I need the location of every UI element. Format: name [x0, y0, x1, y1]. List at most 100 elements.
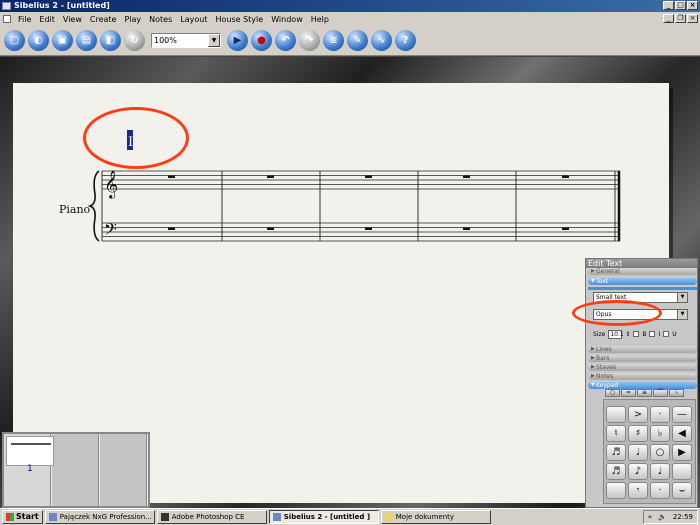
- keypad-tab[interactable]: ≡: [637, 389, 652, 397]
- section-notes[interactable]: ▶ Notes: [588, 373, 697, 380]
- task-label: Adobe Photoshop CE: [171, 513, 245, 521]
- volume-icon[interactable]: 🔈: [658, 513, 667, 521]
- rest[interactable]: [562, 175, 569, 179]
- size-stepper[interactable]: ⇕: [625, 331, 630, 338]
- sibelius-icon: [272, 513, 281, 521]
- chevron-down-icon[interactable]: ▼: [677, 310, 687, 319]
- photoshop-icon: [160, 513, 169, 521]
- section-label: Text: [596, 278, 609, 285]
- rest[interactable]: [365, 175, 372, 179]
- rest[interactable]: [267, 175, 274, 179]
- keypad-key[interactable]: ♬: [606, 463, 626, 480]
- keypad-key[interactable]: ·: [650, 406, 670, 423]
- keypad-tab[interactable]: ⌒: [653, 389, 668, 397]
- clock[interactable]: 22:59: [673, 513, 693, 521]
- keypad-key[interactable]: 𝄾: [628, 482, 648, 499]
- navigator-page-thumb[interactable]: [6, 436, 54, 466]
- bold-checkbox[interactable]: [633, 331, 640, 337]
- section-text[interactable]: ▼ Text: [588, 278, 697, 285]
- windows-flag-icon: [6, 513, 14, 521]
- start-button[interactable]: Start: [2, 510, 43, 524]
- section-lines[interactable]: ▶ Lines: [588, 346, 697, 353]
- bass-clef-icon: 𝄢: [104, 219, 117, 243]
- rest[interactable]: [365, 227, 372, 231]
- underline-label: U: [672, 330, 677, 338]
- keypad-key[interactable]: ◀: [672, 425, 692, 442]
- keypad-tab[interactable]: ♭: [669, 389, 684, 397]
- bold-label: B: [642, 330, 647, 338]
- navigator-page-number: 1: [27, 464, 33, 474]
- section-label: Staves: [596, 364, 617, 371]
- section-rule: [588, 287, 697, 290]
- barlines: [101, 171, 616, 241]
- rest[interactable]: [168, 175, 175, 179]
- taskbar: Start Pajączek NxG Profession... Adobe P…: [0, 508, 700, 525]
- task-label: Pajączek NxG Profession...: [59, 513, 152, 521]
- underline-checkbox[interactable]: [663, 331, 670, 337]
- rest[interactable]: [562, 227, 569, 231]
- treble-clef-icon: 𝄞: [104, 170, 118, 199]
- keypad-tabs: ○ = ≡ ⌒ ♭: [605, 389, 684, 397]
- start-label: Start: [16, 512, 39, 521]
- keypad-key[interactable]: ·: [650, 482, 670, 499]
- section-label: Bars: [596, 355, 610, 362]
- keypad-tab[interactable]: =: [621, 389, 636, 397]
- tray-expand-button[interactable]: «: [648, 513, 652, 521]
- task-photoshop[interactable]: Adobe Photoshop CE: [156, 510, 267, 524]
- section-staves[interactable]: ▶ Staves: [588, 364, 697, 371]
- annotation-circle-font: [572, 300, 662, 326]
- keypad-key[interactable]: ⌣: [672, 482, 692, 499]
- thumb-staff: [11, 443, 51, 445]
- rest[interactable]: [463, 175, 470, 179]
- system-tray: « 🔈 22:59: [642, 510, 698, 524]
- instrument-name[interactable]: Piano: [59, 203, 91, 216]
- keypad-key[interactable]: ♪: [628, 463, 648, 480]
- bass-staff: [102, 222, 620, 242]
- annotation-circle-cursor: [83, 107, 189, 169]
- keypad-key-sharp[interactable]: ♯: [628, 425, 648, 442]
- whole-rests: [168, 175, 569, 231]
- chevron-down-icon[interactable]: ▼: [677, 293, 687, 302]
- pajaczek-icon: [48, 513, 57, 521]
- size-row: Size 10.1 ⇕ B I U: [593, 329, 693, 339]
- keypad-key[interactable]: ▶: [672, 444, 692, 461]
- piano-brace: [87, 170, 100, 242]
- task-pajaczek[interactable]: Pajączek NxG Profession...: [44, 510, 155, 524]
- keypad-key[interactable]: ♩: [650, 463, 670, 480]
- italic-label: I: [658, 330, 661, 338]
- section-general[interactable]: ▶ General: [588, 268, 697, 275]
- folder-icon: [384, 513, 393, 521]
- size-input[interactable]: 10.1: [608, 329, 624, 339]
- task-label: Moje dokumenty: [395, 513, 455, 521]
- keypad-tab[interactable]: ○: [605, 389, 620, 397]
- rest[interactable]: [267, 227, 274, 231]
- keypad-key[interactable]: ○: [650, 444, 670, 461]
- keypad-key[interactable]: —: [672, 406, 692, 423]
- section-keypad[interactable]: ▼ Keypad: [588, 382, 697, 389]
- keypad-key[interactable]: [606, 482, 626, 499]
- navigator-empty-cell: [100, 434, 147, 506]
- keypad-key[interactable]: >: [628, 406, 648, 423]
- keypad-key-natural[interactable]: ♮: [606, 425, 626, 442]
- task-label: Sibelius 2 - [untitled ]: [283, 513, 371, 521]
- task-moje-dokumenty[interactable]: Moje dokumenty: [380, 510, 491, 524]
- keypad-key[interactable]: ♬: [606, 444, 626, 461]
- section-label: Lines: [596, 346, 612, 353]
- section-label: Keypad: [596, 382, 619, 389]
- keypad-key[interactable]: [672, 463, 692, 480]
- keypad-grid: > · — ♮ ♯ ♭ ◀ ♬ ♩ ○ ▶ ♬ ♪ ♩ 𝄾 · ⌣: [606, 406, 692, 499]
- rest[interactable]: [168, 227, 175, 231]
- navigator[interactable]: 1: [2, 432, 150, 508]
- keypad-key[interactable]: ♩: [628, 444, 648, 461]
- section-label: Notes: [596, 373, 614, 380]
- keypad-key[interactable]: [606, 406, 626, 423]
- section-bars[interactable]: ▶ Bars: [588, 355, 697, 362]
- section-label: General: [596, 268, 620, 275]
- task-sibelius[interactable]: Sibelius 2 - [untitled ]: [268, 510, 379, 524]
- rest[interactable]: [463, 227, 470, 231]
- navigator-empty-cell: [52, 434, 99, 506]
- keypad-key-flat[interactable]: ♭: [650, 425, 670, 442]
- panel-title: Edit Text: [586, 259, 697, 268]
- italic-checkbox[interactable]: [649, 331, 656, 337]
- size-label: Size: [593, 330, 606, 338]
